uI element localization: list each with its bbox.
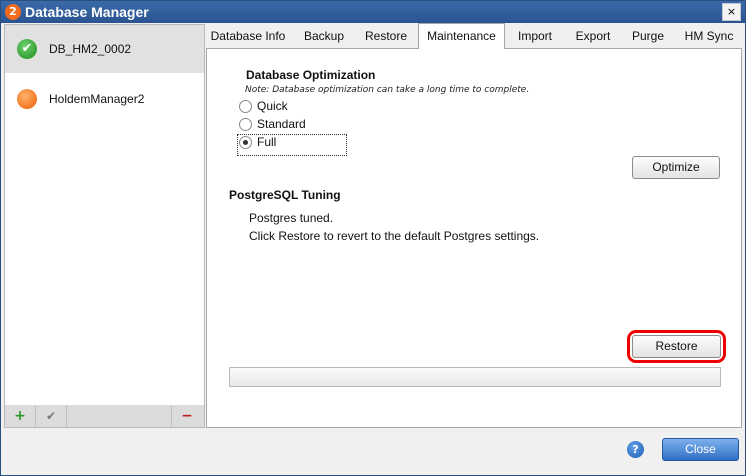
- green-check-icon: ✔: [17, 39, 37, 59]
- tab-backup[interactable]: Backup: [296, 24, 352, 48]
- title-bar[interactable]: 2 Database Manager ×: [1, 1, 745, 23]
- optimize-button[interactable]: Optimize: [632, 156, 720, 179]
- tuning-status: Postgres tuned.: [249, 211, 334, 225]
- optimization-title: Database Optimization: [246, 68, 376, 82]
- radio-button-icon: [239, 100, 252, 113]
- radio-label: Quick: [257, 99, 288, 113]
- orange-dot-icon: [17, 89, 37, 109]
- tab-import[interactable]: Import: [511, 24, 559, 48]
- help-icon[interactable]: ?: [627, 441, 644, 458]
- postgres-tuning-title: PostgreSQL Tuning: [229, 188, 341, 202]
- database-item-label: HoldemManager2: [49, 92, 145, 106]
- tab-export[interactable]: Export: [569, 24, 617, 48]
- database-manager-window: 2 Database Manager × ✔ DB_HM2_0002 Holde…: [0, 0, 746, 476]
- window-title: Database Manager: [25, 4, 149, 20]
- remove-database-button[interactable]: −: [171, 405, 202, 427]
- maintenance-panel: Database Optimization Note: Database opt…: [206, 48, 742, 428]
- database-item-label: DB_HM2_0002: [49, 42, 132, 56]
- tab-maintenance[interactable]: Maintenance: [418, 23, 505, 49]
- tab-bar: Database Info Backup Restore Maintenance…: [206, 23, 744, 49]
- close-button[interactable]: Close: [662, 438, 739, 461]
- tab-database-info[interactable]: Database Info: [206, 24, 290, 48]
- tuning-hint: Click Restore to revert to the default P…: [249, 229, 540, 243]
- database-list-toolbar: + ✔ −: [4, 405, 205, 428]
- optimization-note: Note: Database optimization can take a l…: [245, 85, 530, 95]
- tab-restore[interactable]: Restore: [358, 24, 414, 48]
- progress-bar: [229, 367, 721, 387]
- focus-rectangle: [237, 134, 347, 156]
- add-database-button[interactable]: +: [5, 405, 36, 427]
- radio-button-selected-icon: [239, 136, 252, 149]
- database-list: ✔ DB_HM2_0002 HoldemManager2: [4, 24, 205, 406]
- radio-label: Full: [257, 135, 277, 149]
- window-close-icon[interactable]: ×: [722, 3, 741, 21]
- radio-label: Standard: [257, 117, 306, 131]
- database-item-holdemmanager2[interactable]: HoldemManager2: [5, 75, 204, 123]
- tab-purge[interactable]: Purge: [626, 24, 670, 48]
- radio-button-icon: [239, 118, 252, 131]
- tab-hm-sync[interactable]: HM Sync: [680, 24, 738, 48]
- check-database-button[interactable]: ✔: [36, 405, 67, 427]
- restore-button[interactable]: Restore: [632, 335, 721, 358]
- database-item-db-hm2-0002[interactable]: ✔ DB_HM2_0002: [5, 25, 204, 73]
- app-logo-icon: 2: [5, 4, 21, 20]
